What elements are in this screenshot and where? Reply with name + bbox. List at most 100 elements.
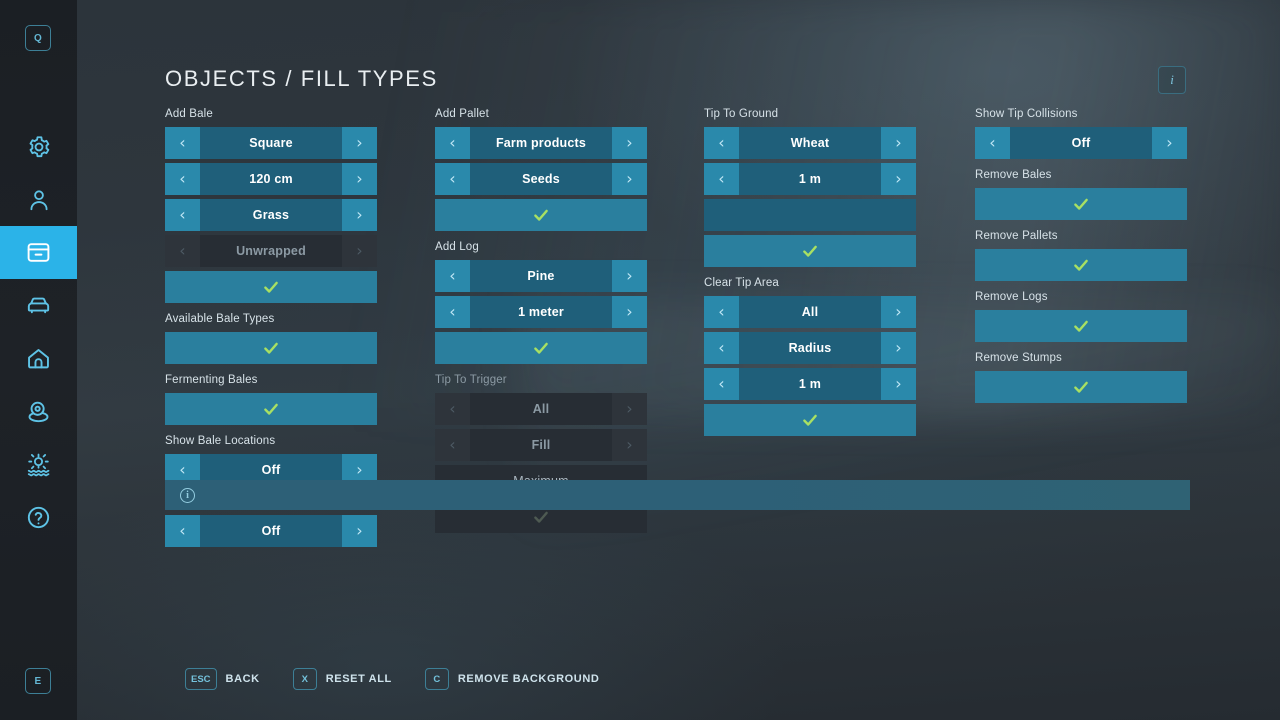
key-badge: X <box>292 668 317 690</box>
sidebar-item-objects[interactable] <box>0 226 77 279</box>
option-selector-row[interactable]: ‹ Seeds › <box>435 163 647 195</box>
chevron-right-icon[interactable]: › <box>881 296 916 328</box>
sidebar-item-environment[interactable] <box>0 438 77 491</box>
chevron-left-icon: ‹ <box>165 235 200 267</box>
chevron-left-icon[interactable]: ‹ <box>435 296 470 328</box>
confirm-button[interactable] <box>165 393 377 425</box>
option-selector-row[interactable]: ‹ Grass › <box>165 199 377 231</box>
setting-group: Show Tip Collisions ‹ Off › <box>975 108 1187 159</box>
hint-label: REMOVE BACKGROUND <box>457 673 600 685</box>
chevron-right-icon[interactable]: › <box>881 332 916 364</box>
slider-row[interactable] <box>704 199 916 231</box>
footer-hint[interactable]: ESC BACK <box>185 668 260 690</box>
sidebar-item-vehicles[interactable] <box>0 279 77 332</box>
sidebar-item-list <box>0 120 77 544</box>
page-title: OBJECTS / FILL TYPES <box>165 66 438 91</box>
sidebar-item-map[interactable] <box>0 385 77 438</box>
confirm-button[interactable] <box>975 188 1187 220</box>
confirm-button[interactable] <box>975 310 1187 342</box>
footer-hint[interactable]: C REMOVE BACKGROUND <box>424 668 600 690</box>
confirm-button[interactable] <box>704 235 916 267</box>
chevron-left-icon[interactable]: ‹ <box>165 199 200 231</box>
confirm-button[interactable] <box>435 199 647 231</box>
selected-value: Unwrapped <box>236 244 306 258</box>
chevron-right-icon[interactable]: › <box>1152 127 1187 159</box>
group-label: Clear Tip Area <box>704 277 779 289</box>
chevron-right-icon[interactable]: › <box>612 260 647 292</box>
group-label: Show Bale Locations <box>165 435 276 447</box>
confirm-button[interactable] <box>165 271 377 303</box>
chevron-right-icon[interactable]: › <box>881 368 916 400</box>
option-selector-row[interactable]: ‹ 1 m › <box>704 368 916 400</box>
chevron-right-icon[interactable]: › <box>612 163 647 195</box>
confirm-button[interactable] <box>165 332 377 364</box>
chevron-right-icon[interactable]: › <box>612 127 647 159</box>
group-label: Tip To Ground <box>704 108 779 120</box>
hint-label: RESET ALL <box>325 673 392 685</box>
weather-icon <box>25 451 52 478</box>
group-label: Available Bale Types <box>165 313 275 325</box>
chevron-right-icon[interactable]: › <box>881 163 916 195</box>
settings-column-3: Show Tip Collisions ‹ Off › Remove Bales Remo… <box>975 108 1187 413</box>
chevron-left-icon: ‹ <box>435 393 470 425</box>
sidebar-item-help[interactable] <box>0 491 77 544</box>
home-icon <box>25 345 52 372</box>
chevron-left-icon[interactable]: ‹ <box>975 127 1010 159</box>
selected-value: Square <box>249 136 293 150</box>
footer-hint[interactable]: X RESET ALL <box>292 668 392 690</box>
chevron-right-icon[interactable]: › <box>342 163 377 195</box>
setting-group: Remove Stumps <box>975 352 1187 403</box>
group-label: Remove Stumps <box>975 352 1062 364</box>
checkmark-icon <box>165 271 377 303</box>
option-selector-row[interactable]: ‹ Off › <box>165 515 377 547</box>
confirm-button[interactable] <box>435 332 647 364</box>
option-selector-row[interactable]: ‹ 1 meter › <box>435 296 647 328</box>
option-selector-row[interactable]: ‹ 120 cm › <box>165 163 377 195</box>
sidebar-item-settings[interactable] <box>0 120 77 173</box>
chevron-right-icon[interactable]: › <box>342 127 377 159</box>
help-icon <box>25 504 52 531</box>
chevron-left-icon: ‹ <box>435 429 470 461</box>
option-selector-row[interactable]: ‹ Wheat › <box>704 127 916 159</box>
key-badge: ESC <box>185 668 217 690</box>
setting-group: Tip To Ground ‹ Wheat › ‹ 1 m › <box>704 108 916 267</box>
chevron-left-icon[interactable]: ‹ <box>435 163 470 195</box>
chevron-left-icon[interactable]: ‹ <box>165 127 200 159</box>
gear-icon <box>26 134 52 160</box>
chevron-left-icon[interactable]: ‹ <box>704 332 739 364</box>
confirm-button[interactable] <box>704 404 916 436</box>
sidebar-item-player[interactable] <box>0 173 77 226</box>
slider-value <box>704 199 916 231</box>
chevron-left-icon[interactable]: ‹ <box>435 260 470 292</box>
chevron-right-icon[interactable]: › <box>612 296 647 328</box>
option-selector-row[interactable]: ‹ Off › <box>975 127 1187 159</box>
sidebar-item-buildings[interactable] <box>0 332 77 385</box>
selected-value: All <box>532 402 550 416</box>
checkmark-icon <box>165 393 377 425</box>
confirm-button[interactable] <box>975 371 1187 403</box>
confirm-button[interactable] <box>975 249 1187 281</box>
chevron-left-icon[interactable]: ‹ <box>704 163 739 195</box>
group-label: Remove Logs <box>975 291 1048 303</box>
option-selector-row[interactable]: ‹ Square › <box>165 127 377 159</box>
group-label: Add Bale <box>165 108 213 120</box>
chevron-left-icon[interactable]: ‹ <box>165 515 200 547</box>
chevron-left-icon[interactable]: ‹ <box>704 368 739 400</box>
option-selector-row[interactable]: ‹ 1 m › <box>704 163 916 195</box>
chevron-left-icon[interactable]: ‹ <box>165 163 200 195</box>
chevron-left-icon[interactable]: ‹ <box>704 127 739 159</box>
option-selector-row[interactable]: ‹ Radius › <box>704 332 916 364</box>
chevron-left-icon[interactable]: ‹ <box>435 127 470 159</box>
chevron-right-icon[interactable]: › <box>342 199 377 231</box>
chevron-left-icon[interactable]: ‹ <box>704 296 739 328</box>
selected-value: Radius <box>788 341 832 355</box>
option-selector-row[interactable]: ‹ Pine › <box>435 260 647 292</box>
selected-value: Fill <box>531 438 551 452</box>
option-selector-row[interactable]: ‹ All › <box>704 296 916 328</box>
selected-value: Grass <box>252 208 290 222</box>
chevron-right-icon[interactable]: › <box>342 515 377 547</box>
chevron-right-icon[interactable]: › <box>881 127 916 159</box>
info-icon[interactable]: i <box>1158 66 1186 94</box>
option-selector-row[interactable]: ‹ Farm products › <box>435 127 647 159</box>
setting-group: Remove Pallets <box>975 230 1187 281</box>
